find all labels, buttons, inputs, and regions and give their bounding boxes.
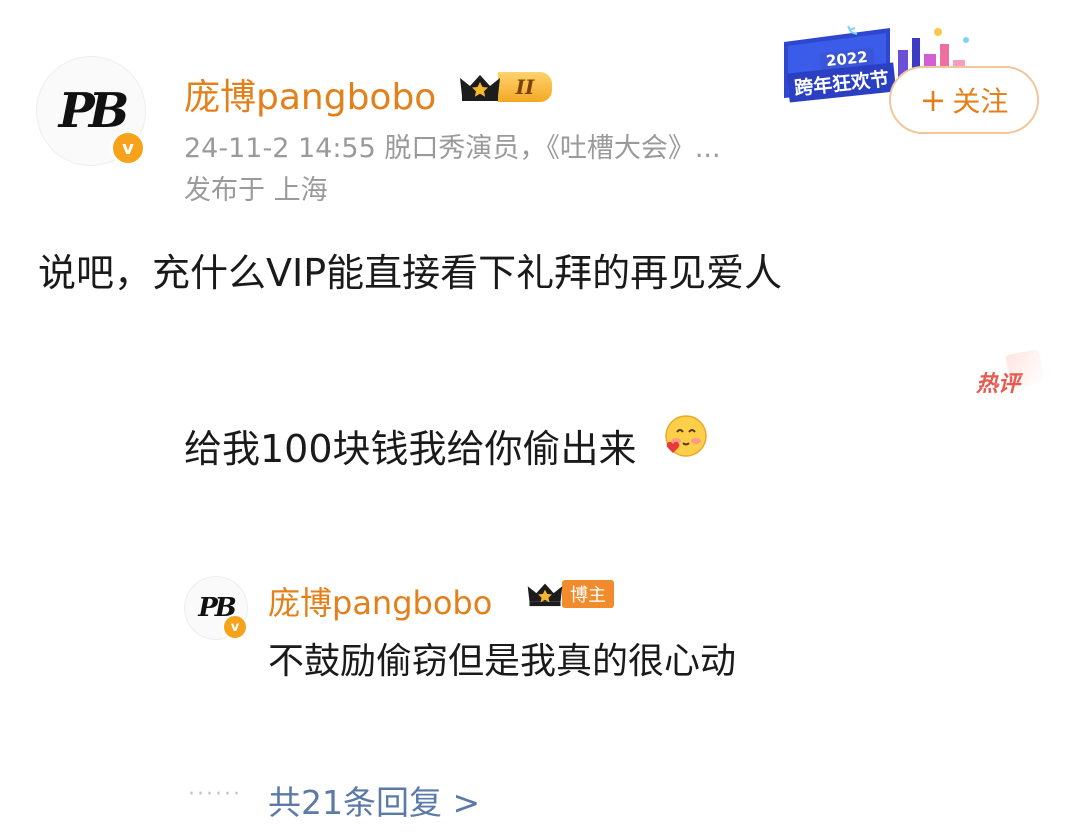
follow-label: 关注 (952, 85, 1009, 118)
author-name[interactable]: 庞博pangbobo (184, 68, 436, 120)
blushing-heart-emoji-icon (665, 415, 707, 457)
reply-author-name[interactable]: 庞博pangbobo (268, 578, 492, 624)
follow-button[interactable]: + 关注 (889, 66, 1039, 134)
plus-icon: + (919, 81, 947, 119)
post-meta: 24-11-2 14:55 脱口秀演员，《吐槽大会》... (184, 133, 721, 164)
reply-text: 不鼓励偷窃但是我真的很心动 (268, 641, 737, 682)
host-tag: 博主 (562, 580, 614, 608)
more-replies-link[interactable]: 共21条回复 > (268, 776, 480, 824)
post-location: 发布于 上海 (184, 175, 328, 206)
verified-icon: v (222, 614, 248, 640)
weibo-post-screenshot: PB v 庞博pangbobo II 24-11-2 14:55 脱口秀演员，《… (0, 0, 1080, 835)
crown-icon (460, 75, 500, 101)
hot-comment-text: 给我100块钱我给你偷出来 (184, 427, 637, 471)
reply-member-badge[interactable]: 博主 (526, 580, 614, 608)
ellipsis-dots: ······ (188, 782, 242, 807)
level-badge: II (498, 72, 552, 102)
avatar-text: PB (58, 83, 130, 139)
verified-icon: v (110, 130, 146, 166)
member-badge[interactable]: II (458, 72, 552, 102)
post-content: 说吧，充什么VIP能直接看下礼拜的再见爱人 (38, 251, 783, 295)
crown-icon (527, 583, 563, 607)
hot-comment-badge: 热评 (976, 372, 1021, 397)
